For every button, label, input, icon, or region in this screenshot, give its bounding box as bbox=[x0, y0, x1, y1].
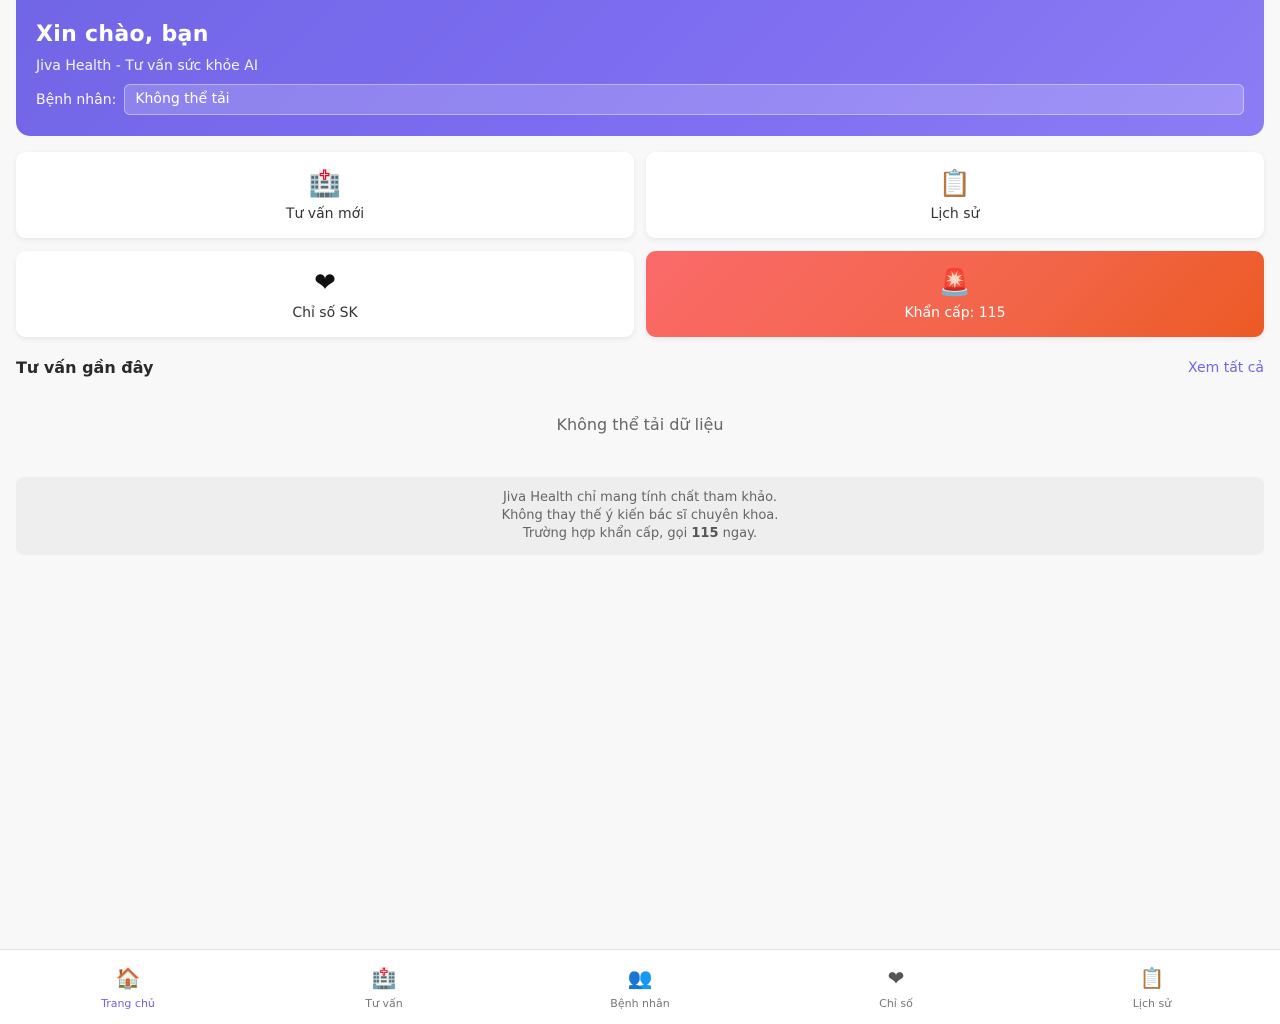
disclaimer-line: Trường hợp khẩn cấp, gọi 115 ngay. bbox=[16, 525, 1264, 543]
patient-select[interactable]: Không thể tải bbox=[124, 84, 1244, 115]
card-label: Khẩn cấp: 115 bbox=[904, 304, 1006, 321]
home-icon: 🏠 bbox=[115, 966, 141, 990]
emergency-number: 115 bbox=[691, 526, 719, 541]
greeting-title: Xin chào, bạn bbox=[36, 22, 209, 47]
bottom-nav: 🏠 Trang chủ 🏥 Tư vấn 👥 Bệnh nhân ❤ Chỉ s… bbox=[0, 949, 1280, 1024]
nav-label: Trang chủ bbox=[101, 997, 155, 1010]
see-all-link[interactable]: Xem tất cả bbox=[1188, 360, 1264, 376]
disclaimer-text: ngay. bbox=[718, 526, 758, 541]
disclaimer-text: Trường hợp khẩn cấp, gọi bbox=[522, 526, 692, 541]
disclaimer-line: Jiva Health chỉ mang tính chất tham khảo… bbox=[502, 490, 778, 505]
hospital-icon: 🏥 bbox=[308, 168, 342, 199]
clipboard-icon: 📋 bbox=[938, 168, 972, 199]
empty-state-message: Không thể tải dữ liệu bbox=[556, 415, 724, 434]
disclaimer-box: Jiva Health chỉ mang tính chất tham khảo… bbox=[16, 477, 1264, 555]
patients-icon: 👥 bbox=[627, 966, 653, 990]
new-consultation-card[interactable]: 🏥 Tư vấn mới bbox=[16, 152, 634, 238]
card-label: Tư vấn mới bbox=[285, 205, 365, 222]
app-subtitle: Jiva Health - Tư vấn sức khỏe AI bbox=[36, 58, 258, 74]
patient-selector-row: Bệnh nhân: Không thể tải bbox=[36, 84, 1244, 115]
nav-label: Tư vấn bbox=[365, 997, 403, 1010]
nav-label: Chỉ số bbox=[879, 997, 913, 1010]
hospital-icon: 🏥 bbox=[371, 966, 397, 990]
card-label: Chỉ số SK bbox=[292, 304, 358, 321]
nav-item-history[interactable]: 📋 Lịch sử bbox=[1024, 950, 1280, 1024]
recent-section-title: Tư vấn gần đây bbox=[16, 358, 154, 377]
nav-item-metrics[interactable]: ❤ Chỉ số bbox=[768, 950, 1024, 1024]
health-metrics-card[interactable]: ❤ Chỉ số SK bbox=[16, 251, 634, 337]
siren-icon: 🚨 bbox=[938, 267, 972, 298]
nav-label: Bệnh nhân bbox=[610, 997, 670, 1010]
nav-item-patients[interactable]: 👥 Bệnh nhân bbox=[512, 950, 768, 1024]
patient-label: Bệnh nhân: bbox=[36, 91, 117, 108]
disclaimer-line: Không thay thế ý kiến bác sĩ chuyên khoa… bbox=[501, 508, 779, 523]
emergency-card[interactable]: 🚨 Khẩn cấp: 115 bbox=[646, 251, 1264, 337]
card-label: Lịch sử bbox=[930, 205, 980, 222]
clipboard-icon: 📋 bbox=[1139, 966, 1165, 990]
nav-item-consult[interactable]: 🏥 Tư vấn bbox=[256, 950, 512, 1024]
nav-item-home[interactable]: 🏠 Trang chủ bbox=[0, 950, 256, 1024]
history-card[interactable]: 📋 Lịch sử bbox=[646, 152, 1264, 238]
nav-label: Lịch sử bbox=[1132, 997, 1172, 1010]
heart-icon: ❤ bbox=[314, 267, 336, 298]
header-banner: Xin chào, bạn Jiva Health - Tư vấn sức k… bbox=[16, 0, 1264, 136]
heart-icon: ❤ bbox=[887, 966, 905, 990]
